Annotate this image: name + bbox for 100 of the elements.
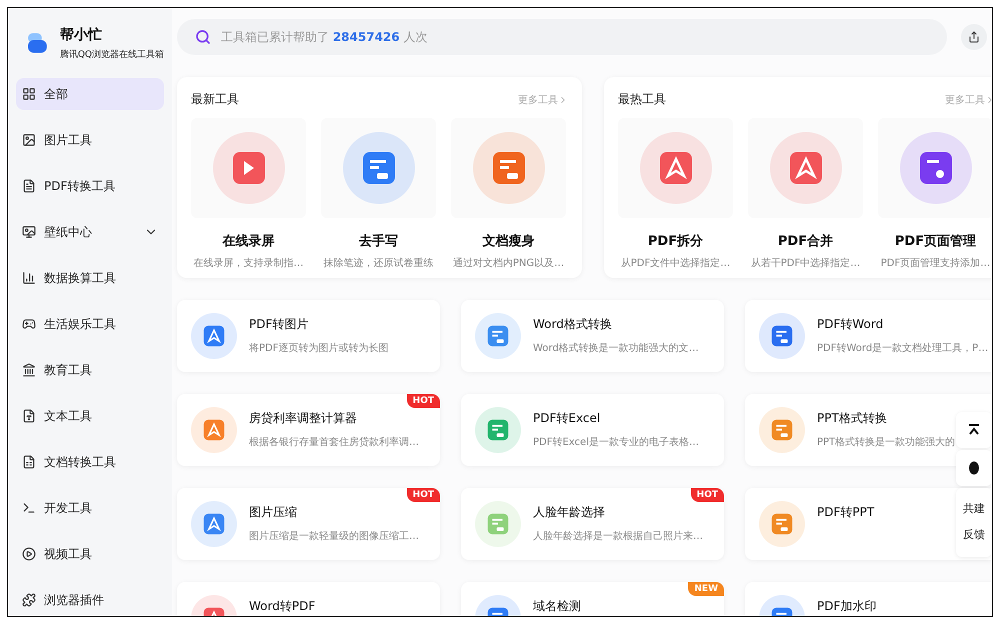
- pdf-icon: [640, 132, 712, 204]
- sidebar-item[interactable]: 教育工具: [16, 354, 164, 386]
- pdf-icon: [191, 313, 237, 359]
- document-icon: [472, 132, 544, 204]
- category-icon: [22, 271, 36, 285]
- category-icon: [22, 363, 36, 377]
- tool-card[interactable]: Word格式转换 Word格式转换是一款功能强大的文…: [461, 300, 724, 372]
- sidebar-item[interactable]: 全部: [16, 78, 164, 110]
- document-icon: [475, 407, 521, 453]
- tool-card[interactable]: HOT 房贷利率调整计算器 根据各银行存量首套住房贷款利率调…: [177, 394, 440, 466]
- card-title: PDF转图片: [249, 316, 310, 333]
- video-camera-icon: [212, 132, 284, 204]
- document-icon: [342, 132, 414, 204]
- back-to-top-button[interactable]: [956, 412, 992, 448]
- category-icon: [22, 409, 36, 423]
- status-badge: HOT: [690, 488, 724, 502]
- card-title: PDF转Excel: [533, 410, 602, 427]
- tool-name: PDF合并: [778, 232, 834, 250]
- tool-tile[interactable]: [748, 118, 863, 218]
- penguin-button[interactable]: [956, 450, 992, 486]
- sidebar-label: 生活娱乐工具: [44, 316, 117, 332]
- category-icon: [22, 317, 36, 331]
- category-icon: [22, 547, 36, 561]
- tool-tile[interactable]: [321, 118, 436, 218]
- sidebar-label: 图片工具: [44, 132, 93, 148]
- tool-name: PDF页面管理: [894, 233, 976, 250]
- share-icon: [968, 31, 980, 43]
- document-icon: [475, 501, 521, 547]
- arrow-up-icon: [967, 423, 981, 437]
- feedback-button[interactable]: 共建反馈: [956, 488, 992, 557]
- category-icon: [22, 455, 36, 469]
- tool-card[interactable]: HOT 人脸年龄选择 人脸年龄选择是一款根据自己照片来…: [461, 488, 724, 560]
- card-description: PPT格式转换是一款功能强大的: [817, 436, 956, 449]
- tool-tile[interactable]: [451, 118, 566, 218]
- pdf-icon: [770, 132, 842, 204]
- category-icon: [22, 225, 36, 239]
- card-description: 图片压缩是一款轻量级的图像压缩工…: [249, 530, 419, 543]
- tool-tile[interactable]: [618, 118, 733, 218]
- sidebar-item[interactable]: 浏览器插件: [16, 584, 164, 616]
- sidebar-label: 数据换算工具: [44, 270, 117, 286]
- search-icon: [195, 29, 211, 45]
- tool-card[interactable]: PDF转Word PDF转Word是一款文档处理工具，P…: [745, 300, 992, 372]
- status-badge: HOT: [406, 488, 440, 502]
- app-subtitle: 腾讯QQ浏览器在线工具箱: [60, 48, 164, 60]
- document-icon: [759, 407, 805, 453]
- logo-icon: [26, 32, 48, 54]
- card-description: Word格式转换是一款功能强大的文…: [533, 342, 699, 355]
- sidebar-item[interactable]: 生活娱乐工具: [16, 308, 164, 340]
- search-placeholder: 工具箱已累计帮助了 28457426 人次: [221, 28, 428, 46]
- sidebar-item[interactable]: 文本工具: [16, 400, 164, 432]
- document-icon: [759, 313, 805, 359]
- tool-card[interactable]: NEW 域名检测: [461, 582, 724, 616]
- sidebar-item[interactable]: 开发工具: [16, 492, 164, 524]
- tool-tile[interactable]: [191, 118, 306, 218]
- card-description: 根据各银行存量首套住房贷款利率调…: [249, 436, 419, 449]
- tool-card[interactable]: Word转PDF: [177, 582, 440, 616]
- sidebar-item[interactable]: 文档转换工具: [16, 446, 164, 478]
- sidebar-label: 全部: [44, 86, 69, 102]
- sidebar-label: 教育工具: [44, 362, 93, 378]
- document-icon: [475, 313, 521, 359]
- search-field[interactable]: 工具箱已累计帮助了 28457426 人次: [177, 19, 947, 55]
- tool-name: 文档瘦身: [482, 232, 534, 250]
- tool-description: 在线录屏，支持录制指…: [194, 256, 304, 270]
- status-badge: HOT: [406, 394, 440, 408]
- pdf-icon: [191, 407, 237, 453]
- sidebar-item[interactable]: 图片工具: [16, 124, 164, 156]
- sidebar-item[interactable]: 数据换算工具: [16, 262, 164, 294]
- card-title: PDF转Word: [817, 316, 884, 333]
- category-icon: [22, 87, 36, 101]
- tool-name: PDF拆分: [648, 233, 704, 250]
- sidebar-item[interactable]: 壁纸中心: [16, 216, 164, 248]
- card-title: 房贷利率调整计算器: [249, 410, 358, 427]
- share-button[interactable]: [961, 24, 987, 50]
- tool-description: 从若干PDF中选择指定…: [750, 256, 860, 270]
- sidebar-label: 视频工具: [44, 546, 93, 562]
- sidebar-item[interactable]: PDF转换工具: [16, 170, 164, 202]
- sidebar-label: PDF转换工具: [44, 178, 116, 194]
- tool-name: 在线录屏: [222, 233, 274, 250]
- sidebar-item[interactable]: 视频工具: [16, 538, 164, 570]
- card-title: 图片压缩: [249, 504, 298, 521]
- card-title: PDF加水印: [817, 598, 876, 615]
- category-icon: [22, 179, 36, 193]
- tool-description: 通过对文档内PNG以及…: [452, 256, 564, 270]
- tool-card[interactable]: PDF加水印: [745, 582, 992, 616]
- tool-card[interactable]: PDF转Excel PDF转Excel是一款专业的电子表格…: [461, 394, 724, 466]
- card-title: 域名检测: [533, 598, 581, 615]
- status-badge: NEW: [688, 582, 724, 596]
- sidebar-label: 浏览器插件: [44, 592, 105, 608]
- tool-card[interactable]: PPT格式转换 PPT格式转换是一款功能强大的: [745, 394, 992, 466]
- category-icon: [22, 593, 36, 607]
- panel-title: 最新工具: [191, 91, 239, 108]
- category-icon: [22, 501, 36, 515]
- card-title: PPT格式转换: [817, 410, 888, 427]
- card-description: 将PDF逐页转为图片或转为长图: [249, 342, 388, 355]
- tool-tile[interactable]: [878, 118, 992, 218]
- sidebar-label: 开发工具: [44, 500, 93, 516]
- document-icon: [759, 501, 805, 547]
- tool-card[interactable]: HOT 图片压缩 图片压缩是一款轻量级的图像压缩工…: [177, 488, 440, 560]
- tool-name: 去手写: [359, 232, 398, 250]
- tool-card[interactable]: PDF转图片 将PDF逐页转为图片或转为长图: [177, 300, 440, 372]
